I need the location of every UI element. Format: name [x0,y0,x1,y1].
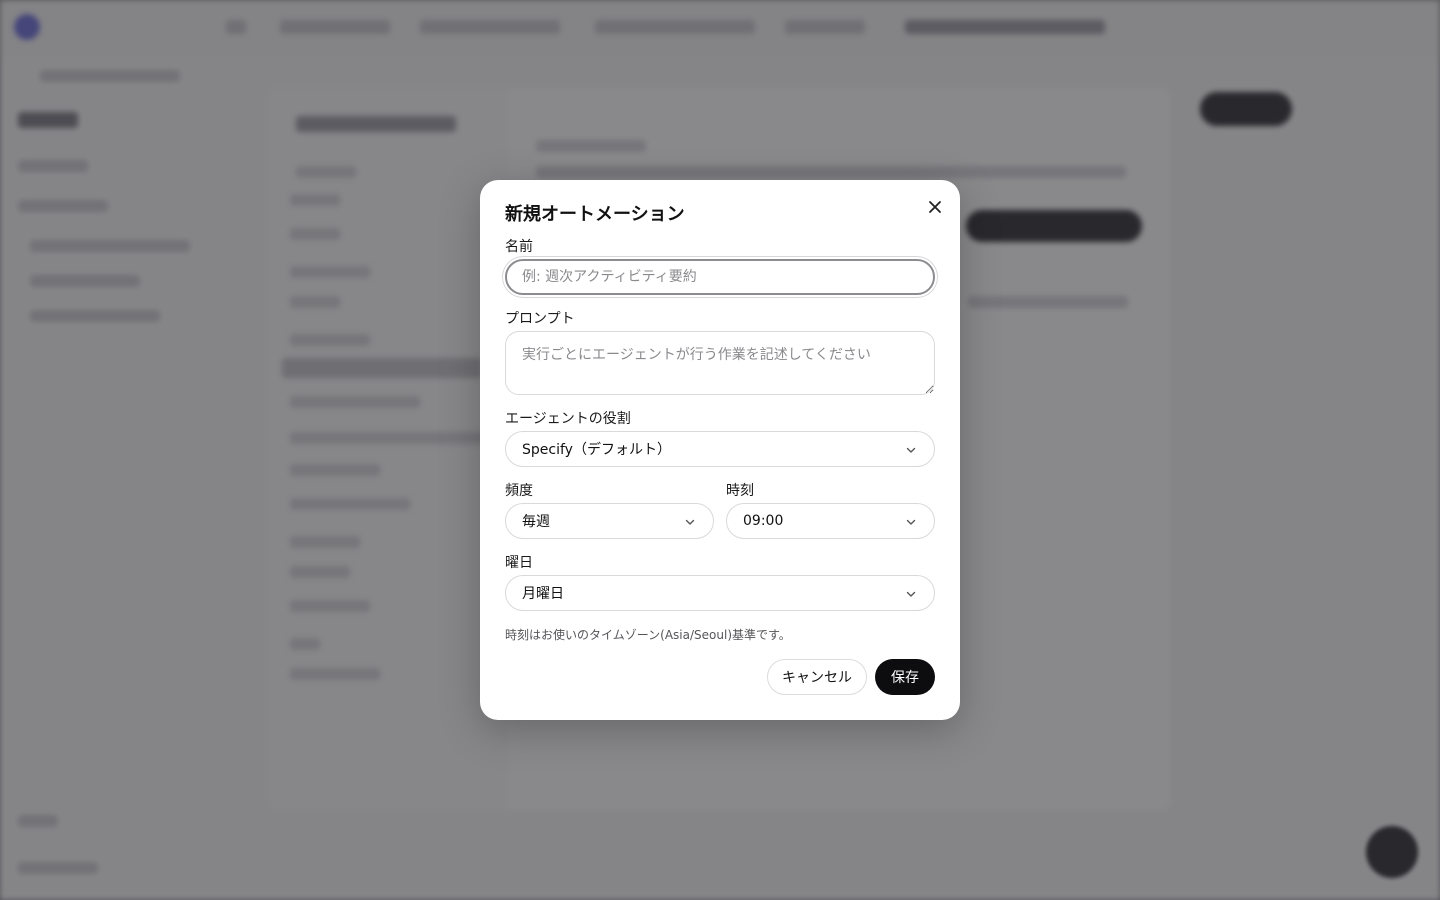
timezone-hint: 時刻はお使いのタイムゾーン(Asia/Seoul)基準です。 [505,628,791,642]
chevron-down-icon [685,519,695,525]
prompt-label: プロンプト [505,311,575,327]
close-button[interactable] [922,194,948,220]
chevron-down-icon [906,591,916,597]
frequency-label: 頻度 [505,483,533,499]
agent-role-value: Specify（デフォルト） [522,442,671,458]
time-label: 時刻 [726,483,754,499]
prompt-textarea[interactable] [505,331,935,395]
close-icon [929,201,941,213]
agent-role-label: エージェントの役割 [505,411,631,427]
cancel-button[interactable]: キャンセル [767,659,867,695]
frequency-select[interactable]: 毎週 [505,503,714,539]
dialog-title: 新規オートメーション [505,204,685,225]
weekday-value: 月曜日 [522,586,564,602]
save-button[interactable]: 保存 [875,659,935,695]
name-label: 名前 [505,239,533,255]
time-value: 09:00 [743,513,784,529]
time-select[interactable]: 09:00 [726,503,935,539]
weekday-label: 曜日 [505,555,533,571]
chevron-down-icon [906,447,916,453]
new-automation-dialog: 新規オートメーション 名前 プロンプト エージェントの役割 Specify（デフ… [480,180,960,720]
frequency-value: 毎週 [522,514,550,530]
weekday-select[interactable]: 月曜日 [505,575,935,611]
chevron-down-icon [906,519,916,525]
name-input[interactable] [505,259,935,295]
agent-role-select[interactable]: Specify（デフォルト） [505,431,935,467]
